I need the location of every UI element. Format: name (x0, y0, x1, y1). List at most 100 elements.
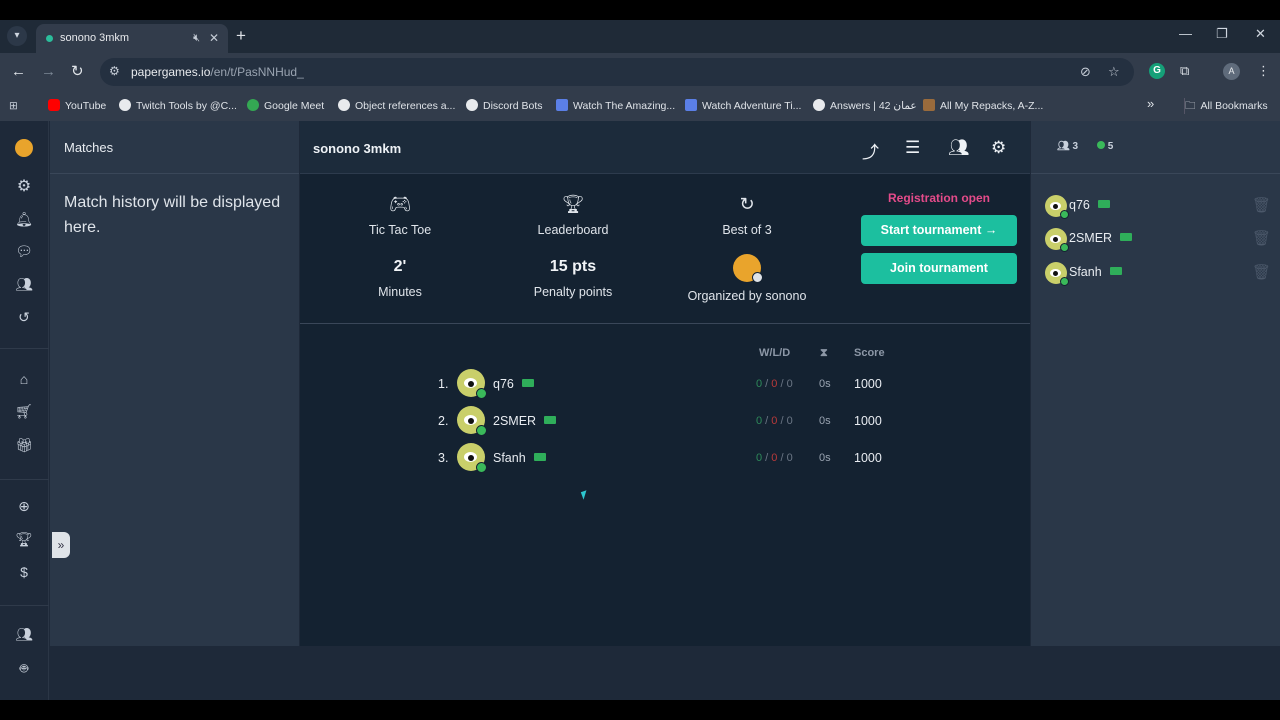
tournament-panel: sonono 3mkm ⤴ ☰ 👥︎ ⚙ 🎮︎ Tic Tac Toe 🏆︎ L… (300, 121, 1030, 646)
participant-item[interactable]: q76 🗑︎ (1045, 195, 1275, 223)
table-row[interactable]: 2. 2SMER 0 / 0 / 0 0s 1000 (300, 405, 1030, 439)
tab-search-icon[interactable]: ▾ (7, 26, 27, 46)
rank: 1. (438, 377, 449, 391)
player-avatar[interactable] (1045, 262, 1069, 286)
time-value: 2' (393, 258, 407, 275)
table-row[interactable]: 3. Sfanh 0 / 0 / 0 0s 1000 (300, 442, 1030, 476)
dollar-icon[interactable]: $ (0, 564, 48, 580)
toolbar: ← → ↻ ⚙ papergames.io/en/t/PasNNHud_ ⊘ ☆… (0, 53, 1280, 91)
participant-name[interactable]: Sfanh (1069, 265, 1122, 279)
bookmark-answers-42[interactable]: Answers | 42 عمان (813, 98, 917, 114)
bookmark-watch-adventure[interactable]: Watch Adventure Ti... (685, 98, 801, 114)
restore-icon[interactable]: ❐ (1216, 26, 1228, 42)
tournament-header: sonono 3mkm ⤴ ☰ 👥︎ ⚙ (300, 121, 1030, 174)
bot-icon[interactable]: 🤖︎ (0, 659, 48, 679)
bell-icon[interactable]: 🔔︎ (0, 211, 48, 228)
player-name[interactable]: 2SMER (493, 414, 557, 428)
reload-icon[interactable]: ↻ (71, 63, 84, 81)
wld-value: 0 / 0 / 0 (756, 378, 793, 390)
folder-icon: 🗀 (1185, 100, 1196, 112)
players-icon[interactable]: 👥︎ (948, 138, 970, 158)
url-text: papergames.io/en/t/PasNNHud_ (131, 65, 304, 79)
friends-icon[interactable]: 👥︎ (0, 276, 48, 293)
hourglass-icon[interactable]: ⧗ (820, 347, 828, 360)
history-icon[interactable]: ↺ (0, 309, 48, 326)
player-avatar[interactable] (457, 406, 487, 436)
bookmark-object-references[interactable]: Object references a... (338, 98, 455, 114)
participant-name[interactable]: q76 (1069, 198, 1110, 212)
online-icon (1060, 210, 1069, 219)
join-tournament-button[interactable]: Join tournament (861, 253, 1017, 284)
leaderboard-table: W/L/D ⧗ Score 1. q76 0 / 0 / 0 0s 1000 2… (300, 324, 1030, 646)
online-icon (476, 462, 487, 473)
expand-panel-icon[interactable]: » (52, 532, 70, 558)
apps-icon[interactable]: ⊞ (9, 98, 18, 114)
matches-title: Matches (50, 121, 299, 174)
player-avatar[interactable] (1045, 228, 1069, 252)
list-icon[interactable]: ☰ (905, 138, 920, 158)
footer-strip (50, 646, 1280, 700)
trash-icon[interactable]: 🗑︎ (1252, 196, 1271, 214)
grammarly-extension-icon[interactable]: G (1149, 63, 1165, 79)
rail-divider (0, 605, 49, 606)
score-column-header[interactable]: Score (854, 347, 885, 359)
trash-icon[interactable]: 🗑︎ (1252, 263, 1271, 281)
wld-column-header[interactable]: W/L/D (759, 347, 790, 359)
settings-icon[interactable]: ⚙ (991, 138, 1006, 158)
video-site-icon (685, 99, 697, 111)
share-icon[interactable]: ⤴ (862, 138, 879, 163)
settings-icon[interactable]: ⚙ (0, 176, 48, 196)
profile-avatar[interactable]: A (1223, 63, 1240, 80)
menu-icon[interactable]: ⋮ (1257, 63, 1270, 79)
trophy-icon[interactable]: 🏆︎ (0, 531, 48, 548)
table-row[interactable]: 1. q76 0 / 0 / 0 0s 1000 (300, 368, 1030, 402)
participant-name[interactable]: 2SMER (1069, 231, 1133, 245)
player-avatar[interactable] (457, 443, 487, 473)
close-window-icon[interactable]: ✕ (1255, 26, 1266, 42)
tournament-title: sonono 3mkm (313, 141, 402, 156)
player-name[interactable]: q76 (493, 377, 534, 391)
cart-icon[interactable]: 🛒︎ (0, 403, 48, 420)
tab-active[interactable]: sonono 3mkm 🔇︎ ✕ (36, 24, 228, 53)
bookmark-twitch-tools[interactable]: Twitch Tools by @C... (119, 98, 237, 114)
people-icon[interactable]: 👥︎ (0, 626, 48, 643)
chat-icon[interactable]: 💬︎ (0, 243, 48, 260)
home-icon[interactable]: ⌂ (0, 371, 48, 387)
no-tracking-icon[interactable]: ⊘ (1080, 64, 1091, 80)
add-circle-icon[interactable]: ⊕ (0, 498, 48, 515)
app-area: ⚙ 🔔︎ 💬︎ 👥︎ ↺ ⌂ 🛒︎ 🎁︎ ⊕ 🏆︎ $ 👥︎ 🤖︎ Matche… (0, 121, 1280, 700)
star-icon[interactable]: ☆ (1108, 64, 1120, 80)
mute-icon[interactable]: 🔇︎ (193, 24, 200, 53)
extensions-icon[interactable]: ⧉ (1180, 63, 1189, 79)
forward-icon[interactable]: → (41, 63, 56, 81)
address-bar[interactable]: ⚙ papergames.io/en/t/PasNNHud_ ⊘ ☆ (100, 58, 1134, 86)
more-bookmarks-icon[interactable]: » (1147, 96, 1154, 112)
time-value: 0s (819, 378, 831, 390)
score-value: 1000 (854, 377, 882, 391)
close-tab-icon[interactable]: ✕ (209, 24, 219, 53)
site-info-icon[interactable]: ⚙ (109, 64, 120, 78)
all-bookmarks-folder[interactable]: 🗀 All Bookmarks (1184, 98, 1268, 114)
new-tab-button[interactable]: + (236, 26, 246, 46)
gift-icon[interactable]: 🎁︎ (0, 437, 48, 454)
organizer-avatar[interactable] (733, 254, 763, 283)
start-tournament-button[interactable]: Start tournament → (861, 215, 1017, 246)
score-value: 1000 (854, 414, 882, 428)
bookmark-youtube[interactable]: YouTube (48, 98, 106, 114)
logo-icon[interactable] (0, 139, 48, 160)
player-avatar[interactable] (457, 369, 487, 399)
bookmark-all-my-repacks[interactable]: All My Repacks, A-Z... (923, 98, 1043, 114)
bookmark-google-meet[interactable]: Google Meet (247, 98, 324, 114)
bookmark-discord-bots[interactable]: Discord Bots (466, 98, 543, 114)
player-name[interactable]: Sfanh (493, 451, 546, 465)
online-icon (1060, 243, 1069, 252)
participant-item[interactable]: 2SMER 🗑︎ (1045, 228, 1275, 256)
minimize-icon[interactable]: — (1179, 26, 1192, 41)
back-icon[interactable]: ← (11, 63, 26, 81)
tab-title: sonono 3mkm (60, 32, 130, 44)
bookmark-watch-amazing[interactable]: Watch The Amazing... (556, 98, 675, 114)
participant-item[interactable]: Sfanh 🗑︎ (1045, 262, 1275, 290)
favicon-icon (46, 35, 53, 42)
player-avatar[interactable] (1045, 195, 1069, 219)
trash-icon[interactable]: 🗑︎ (1252, 229, 1271, 247)
